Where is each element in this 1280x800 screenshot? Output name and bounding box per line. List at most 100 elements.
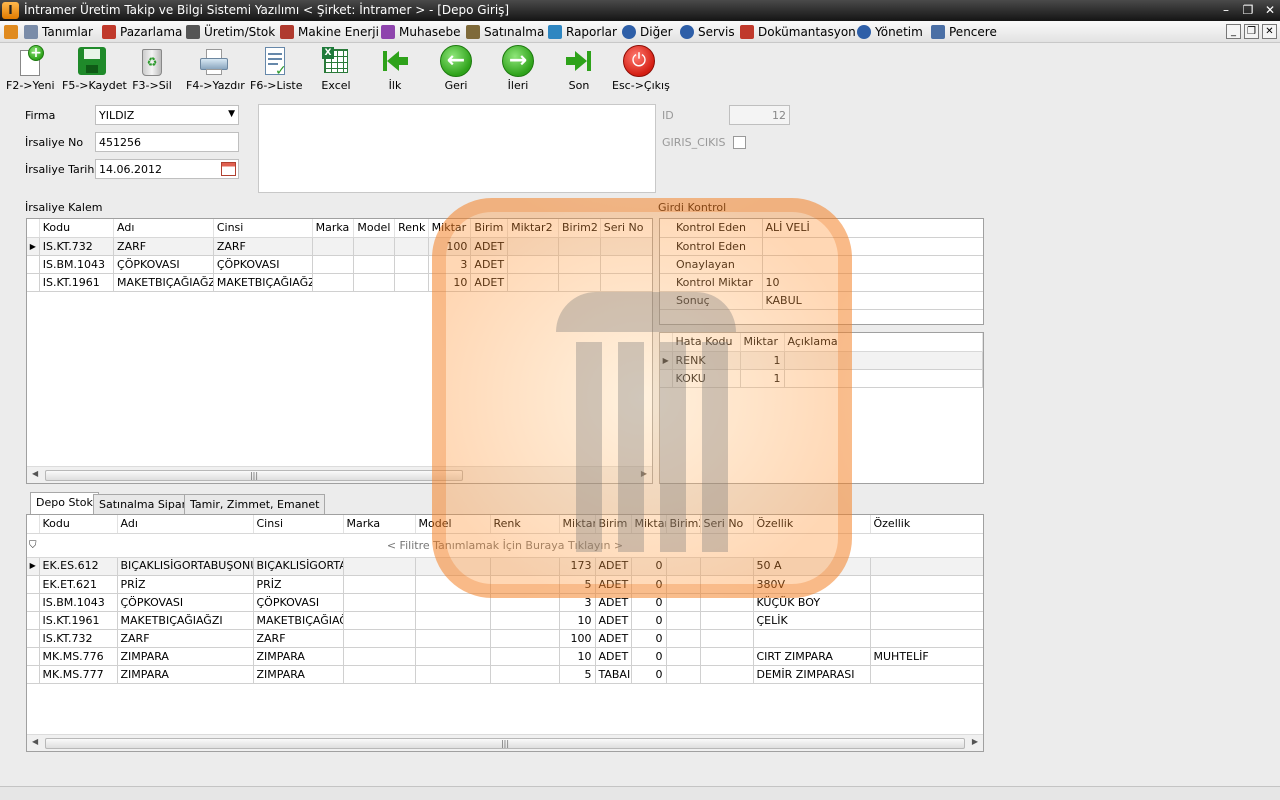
mdi-app-icon[interactable] bbox=[4, 23, 22, 41]
column-header[interactable]: Marka bbox=[343, 515, 416, 534]
horizontal-scrollbar[interactable]: ◀ ||| ▶ bbox=[27, 466, 652, 483]
row-indicator-icon: ▶ bbox=[27, 237, 40, 256]
column-header[interactable]: Cinsi bbox=[253, 515, 344, 534]
giris-cikis-checkbox[interactable] bbox=[733, 136, 746, 149]
column-header[interactable]: Miktar bbox=[740, 333, 785, 352]
irsaliye-no-field[interactable]: 451256 bbox=[95, 132, 239, 152]
filter-icon: ⛉ bbox=[29, 540, 37, 551]
scroll-left-icon[interactable]: ◀ bbox=[32, 469, 38, 478]
irsaliye-tarihi-field[interactable]: 14.06.2012 bbox=[95, 159, 239, 179]
scrollbar-thumb[interactable]: ||| bbox=[45, 470, 463, 481]
table-row[interactable]: MK.MS.776 ZIMPARA ZIMPARA 10 ADET 0 CIRT… bbox=[27, 647, 983, 666]
column-header[interactable]: Miktar bbox=[559, 515, 596, 534]
table-row[interactable]: ▶ IS.KT.732 ZARF ZARF 100 ADET bbox=[27, 237, 652, 256]
menu-raporlar[interactable]: Raporlar bbox=[548, 23, 617, 41]
table-row[interactable]: IS.BM.1043 ÇÖPKOVASI ÇÖPKOVASI 3 ADET KÜ bbox=[27, 255, 652, 274]
last-button[interactable]: Son bbox=[559, 43, 599, 93]
column-header[interactable]: Adı bbox=[117, 515, 254, 534]
menu-satinalma[interactable]: Satınalma bbox=[466, 23, 544, 41]
table-row[interactable]: ▶ EK.ES.612 BIÇAKLISİGORTABUŞONU BIÇAKLI… bbox=[27, 557, 983, 576]
column-header[interactable]: Kodu bbox=[39, 515, 118, 534]
column-header[interactable]: Renk bbox=[394, 219, 429, 238]
new-button[interactable]: + F2->Yeni bbox=[6, 43, 55, 93]
firma-label: Firma bbox=[25, 109, 56, 122]
menu-makine-enerji[interactable]: Makine Enerji bbox=[280, 23, 379, 41]
table-row[interactable]: IS.KT.732 ZARF ZARF 100 ADET 0 bbox=[27, 629, 983, 648]
column-header[interactable]: Hata Kodu bbox=[672, 333, 741, 352]
filter-row[interactable]: ⛉ < Filitre Tanımlamak İçin Buraya Tıkla… bbox=[27, 536, 983, 558]
table-row[interactable]: IS.KT.1961 MAKETBIÇAĞIAĞZI MAKETBIÇAĞIAĞ… bbox=[27, 273, 652, 292]
exit-button[interactable]: ⏻ Esc->Çıkış bbox=[612, 43, 670, 93]
close-icon[interactable]: ✕ bbox=[1260, 2, 1280, 18]
minimize-icon[interactable]: – bbox=[1216, 2, 1236, 18]
menu-tanimlar[interactable]: Tanımlar bbox=[24, 23, 93, 41]
column-header[interactable]: Birim bbox=[595, 515, 632, 534]
mdi-restore-icon[interactable]: ❐ bbox=[1244, 24, 1259, 39]
column-header[interactable]: Miktar bbox=[428, 219, 472, 238]
menu-pazarlama[interactable]: Pazarlama bbox=[102, 23, 182, 41]
column-header[interactable]: Özellik bbox=[753, 515, 871, 534]
table-row[interactable]: KOKU 1 bbox=[660, 369, 983, 388]
column-header[interactable]: Renk bbox=[490, 515, 560, 534]
mdi-minimize-icon[interactable]: _ bbox=[1226, 24, 1241, 39]
id-label: ID bbox=[662, 109, 674, 122]
menu-uretim-stok[interactable]: Üretim/Stok bbox=[186, 23, 275, 41]
menu-dokumantasyon[interactable]: Dokümantasyon bbox=[740, 23, 856, 41]
save-button[interactable]: F5->Kaydet bbox=[62, 43, 127, 93]
back-button[interactable]: ← Geri bbox=[436, 43, 476, 93]
column-header[interactable]: Birim2 bbox=[558, 219, 601, 238]
column-header[interactable]: Birim2 bbox=[666, 515, 701, 534]
restore-icon[interactable]: ❐ bbox=[1238, 2, 1258, 18]
column-header[interactable]: Miktar2 bbox=[631, 515, 667, 534]
irsaliye-no-label: İrsaliye No bbox=[25, 136, 84, 149]
scrollbar-thumb[interactable]: ||| bbox=[45, 738, 965, 749]
irsaliye-kalem-header: Kodu Adı Cinsi Marka Model Renk Miktar B… bbox=[27, 219, 653, 238]
horizontal-scrollbar[interactable]: ◀ ||| ▶ bbox=[27, 734, 983, 751]
menu-diger[interactable]: Diğer bbox=[622, 23, 673, 41]
column-header[interactable]: Ö bbox=[652, 219, 653, 237]
column-header[interactable]: Kodu bbox=[39, 219, 115, 238]
column-header[interactable]: Seri No bbox=[700, 515, 754, 534]
table-row[interactable]: MK.MS.777 ZIMPARA ZIMPARA 5 TABAI 0 DEMİ… bbox=[27, 665, 983, 684]
table-row[interactable]: IS.BM.1043 ÇÖPKOVASI ÇÖPKOVASI 3 ADET 0 … bbox=[27, 593, 983, 612]
table-row[interactable]: EK.ET.621 PRİZ PRİZ 5 ADET 0 380V bbox=[27, 575, 983, 594]
menu-yonetim[interactable]: Yönetim bbox=[857, 23, 923, 41]
notes-memo[interactable] bbox=[258, 104, 656, 193]
forward-button[interactable]: → İleri bbox=[498, 43, 538, 93]
column-header[interactable]: Birim bbox=[470, 219, 509, 238]
column-header[interactable]: Marka bbox=[312, 219, 355, 238]
column-header[interactable]: Cinsi bbox=[213, 219, 313, 238]
scroll-right-icon[interactable]: ▶ bbox=[641, 469, 647, 478]
toolbar: + F2->Yeni F5->Kaydet ♻ F3->Sil F4->Yazd… bbox=[0, 43, 1280, 95]
printer-icon bbox=[198, 45, 230, 77]
column-header[interactable]: Miktar2 bbox=[507, 219, 559, 238]
kontrol-row: Kontrol Eden bbox=[660, 237, 983, 256]
column-header[interactable]: Açıklama bbox=[784, 333, 983, 352]
excel-button[interactable]: X Excel bbox=[316, 43, 356, 93]
row-indicator-icon: ▶ bbox=[27, 557, 40, 576]
recycle-bin-icon: ♻ bbox=[136, 45, 168, 77]
print-button[interactable]: F4->Yazdır bbox=[186, 43, 245, 93]
list-button[interactable]: ✓ F6->Liste bbox=[250, 43, 303, 93]
table-row[interactable]: ▶ RENK 1 bbox=[660, 351, 983, 370]
scroll-left-icon[interactable]: ◀ bbox=[32, 737, 38, 746]
calendar-icon[interactable] bbox=[221, 162, 236, 176]
column-header[interactable]: Model bbox=[415, 515, 491, 534]
column-header[interactable]: Seri No bbox=[600, 219, 652, 238]
menu-pencere[interactable]: Pencere bbox=[931, 23, 997, 41]
tab-depo-stok[interactable]: Depo Stok bbox=[30, 492, 99, 515]
firma-dropdown[interactable]: YILDIZ ▼ bbox=[95, 105, 239, 125]
delete-button[interactable]: ♻ F3->Sil bbox=[132, 43, 172, 93]
scroll-right-icon[interactable]: ▶ bbox=[972, 737, 978, 746]
tab-tamir-zimmet-emanet[interactable]: Tamir, Zimmet, Emanet bbox=[184, 494, 326, 514]
column-header[interactable]: Model bbox=[353, 219, 396, 238]
column-header[interactable]: Adı bbox=[113, 219, 214, 238]
kontrol-row: Sonuç KABUL bbox=[660, 291, 983, 310]
mdi-close-icon[interactable]: ✕ bbox=[1262, 24, 1277, 39]
menu-servis[interactable]: Servis bbox=[680, 23, 735, 41]
column-header[interactable]: Özellik bbox=[870, 515, 983, 534]
kontrol-row: Kontrol Miktar 10 bbox=[660, 273, 983, 292]
table-row[interactable]: IS.KT.1961 MAKETBIÇAĞIAĞZI MAKETBIÇAĞIAĞ… bbox=[27, 611, 983, 630]
first-button[interactable]: İlk bbox=[375, 43, 415, 93]
menu-muhasebe[interactable]: Muhasebe bbox=[381, 23, 461, 41]
